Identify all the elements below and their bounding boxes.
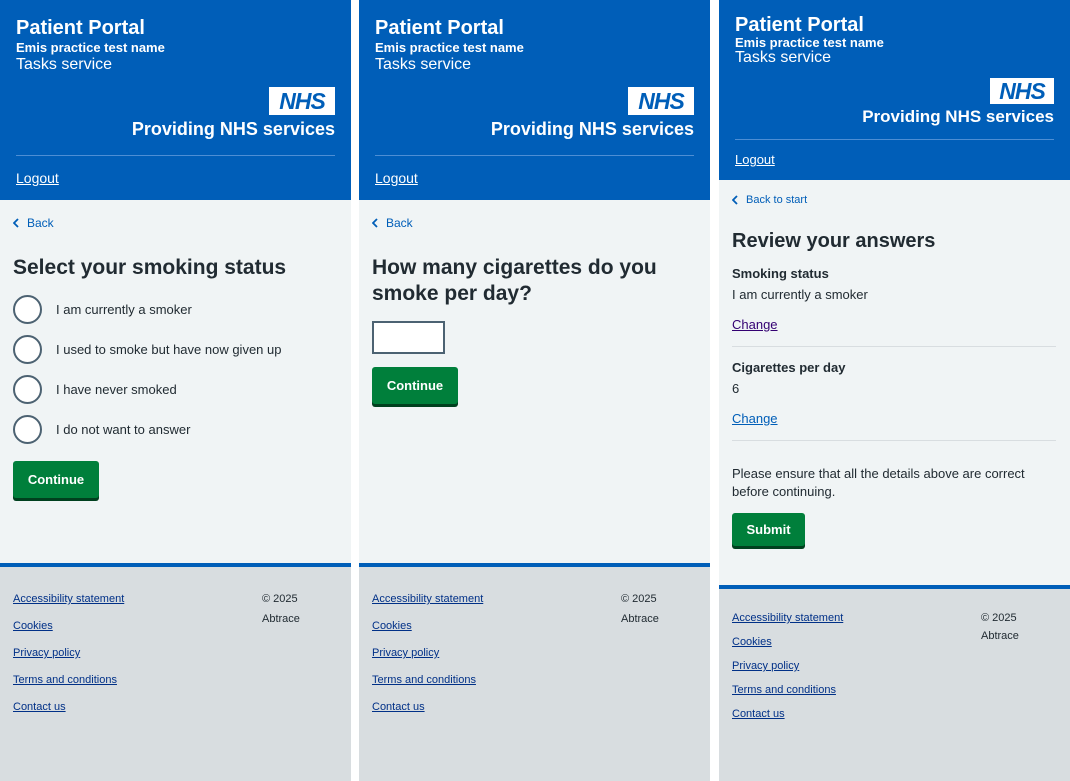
radio-label[interactable]: I used to smoke but have now given up (56, 342, 281, 357)
logout-link[interactable]: Logout (375, 170, 418, 186)
back-link-label: Back (386, 216, 413, 230)
submit-button[interactable]: Submit (732, 513, 805, 546)
providing-nhs-services: Providing NHS services (862, 107, 1054, 126)
page-title: How many cigarettes do you smoke per day… (372, 255, 657, 307)
screen-review-answers: Patient Portal Emis practice test name T… (719, 0, 1070, 781)
header-divider (16, 155, 335, 156)
footer-link-accessibility[interactable]: Accessibility statement (372, 593, 483, 605)
footer-link-contact[interactable]: Contact us (372, 701, 425, 713)
company-name: Abtrace (981, 630, 1019, 642)
site-header: Patient Portal Emis practice test name T… (359, 0, 710, 200)
back-link[interactable]: Back (13, 216, 54, 230)
answer-value-smoking-status: I am currently a smoker (732, 287, 868, 302)
logout-link[interactable]: Logout (16, 170, 59, 186)
nhs-logo[interactable]: NHS (628, 87, 694, 115)
company-name: Abtrace (621, 613, 659, 625)
footer-link-cookies[interactable]: Cookies (13, 620, 53, 632)
header-divider (375, 155, 694, 156)
service-name: Tasks service (735, 49, 832, 66)
page-title-line-2: smoke per day? (372, 282, 532, 305)
footer-link-terms[interactable]: Terms and conditions (732, 684, 836, 696)
review-note: Please ensure that all the details above… (732, 465, 1042, 501)
chevron-left-icon (732, 195, 738, 205)
company-name: Abtrace (262, 613, 300, 625)
portal-title: Patient Portal (735, 14, 864, 36)
site-footer: Accessibility statement Cookies Privacy … (719, 585, 1070, 781)
service-name: Tasks service (375, 56, 472, 73)
footer-copyright: © 2025 Abtrace (262, 589, 300, 629)
site-footer: Accessibility statement Cookies Privacy … (0, 563, 351, 781)
nhs-logo-text: NHS (638, 87, 685, 114)
continue-button[interactable]: Continue (13, 461, 99, 498)
header-divider (735, 139, 1054, 140)
footer-link-cookies[interactable]: Cookies (372, 620, 412, 632)
logout-link[interactable]: Logout (735, 152, 775, 167)
radio-option-current-smoker[interactable]: I am currently a smoker (13, 295, 192, 324)
practice-name: Emis practice test name (735, 35, 884, 50)
footer-link-privacy[interactable]: Privacy policy (732, 660, 799, 672)
radio-circle[interactable] (13, 415, 42, 444)
nhs-logo[interactable]: NHS (990, 78, 1054, 104)
back-link-label: Back to start (746, 194, 808, 206)
back-link-label: Back (27, 216, 54, 230)
footer-link-terms[interactable]: Terms and conditions (13, 674, 117, 686)
radio-option-ex-smoker[interactable]: I used to smoke but have now given up (13, 335, 281, 364)
radio-circle[interactable] (13, 335, 42, 364)
copyright-year: © 2025 (981, 612, 1017, 624)
back-link[interactable]: Back (372, 216, 413, 230)
screen-cigarettes-per-day: Patient Portal Emis practice test name T… (359, 0, 710, 781)
continue-button[interactable]: Continue (372, 367, 458, 404)
answer-label-cigarettes: Cigarettes per day (732, 360, 846, 375)
radio-option-no-answer[interactable]: I do not want to answer (13, 415, 190, 444)
site-header: Patient Portal Emis practice test name T… (719, 0, 1070, 180)
nhs-logo-text: NHS (999, 77, 1046, 104)
answer-label-smoking-status: Smoking status (732, 266, 829, 281)
page-title: Select your smoking status (13, 256, 287, 279)
practice-name: Emis practice test name (16, 40, 165, 55)
providing-nhs-services: Providing NHS services (131, 119, 335, 139)
footer-link-contact[interactable]: Contact us (13, 701, 66, 713)
review-note-line-1: Please ensure that all the details above… (732, 466, 1025, 481)
footer-link-accessibility[interactable]: Accessibility statement (732, 612, 843, 624)
radio-label[interactable]: I am currently a smoker (56, 302, 192, 317)
radio-circle[interactable] (13, 295, 42, 324)
site-footer: Accessibility statement Cookies Privacy … (359, 563, 710, 781)
footer-link-cookies[interactable]: Cookies (732, 636, 772, 648)
answer-value-cigarettes: 6 (732, 381, 740, 396)
back-to-start-link[interactable]: Back to start (732, 194, 807, 206)
chevron-left-icon (372, 218, 378, 228)
chevron-left-icon (13, 218, 19, 228)
footer-link-terms[interactable]: Terms and conditions (372, 674, 476, 686)
footer-link-contact[interactable]: Contact us (732, 708, 785, 720)
page-title-line-1: How many cigarettes do you (372, 256, 657, 279)
radio-option-never-smoked[interactable]: I have never smoked (13, 375, 177, 404)
service-name: Tasks service (16, 56, 113, 73)
site-header: Patient Portal Emis practice test name T… (0, 0, 351, 200)
screen-smoking-status: Patient Portal Emis practice test name T… (0, 0, 351, 781)
copyright-year: © 2025 (621, 593, 657, 605)
nhs-logo[interactable]: NHS (269, 87, 335, 115)
providing-nhs-services: Providing NHS services (490, 119, 694, 139)
nhs-logo-text: NHS (279, 87, 326, 114)
page-title: Review your answers (732, 230, 936, 252)
footer-link-accessibility[interactable]: Accessibility statement (13, 593, 124, 605)
footer-link-privacy[interactable]: Privacy policy (13, 647, 80, 659)
change-smoking-status-link[interactable]: Change (732, 317, 778, 332)
portal-title: Patient Portal (375, 17, 504, 39)
footer-copyright: © 2025 Abtrace (981, 609, 1019, 645)
cigarettes-per-day-input[interactable] (372, 321, 445, 354)
answer-divider (732, 440, 1056, 441)
footer-copyright: © 2025 Abtrace (621, 589, 659, 629)
review-note-line-2: before continuing. (732, 484, 836, 499)
change-cigarettes-link[interactable]: Change (732, 411, 778, 426)
practice-name: Emis practice test name (375, 40, 524, 55)
copyright-year: © 2025 (262, 593, 298, 605)
radio-label[interactable]: I do not want to answer (56, 422, 190, 437)
footer-link-privacy[interactable]: Privacy policy (372, 647, 439, 659)
radio-circle[interactable] (13, 375, 42, 404)
radio-label[interactable]: I have never smoked (56, 382, 177, 397)
portal-title: Patient Portal (16, 17, 145, 39)
answer-divider (732, 346, 1056, 347)
